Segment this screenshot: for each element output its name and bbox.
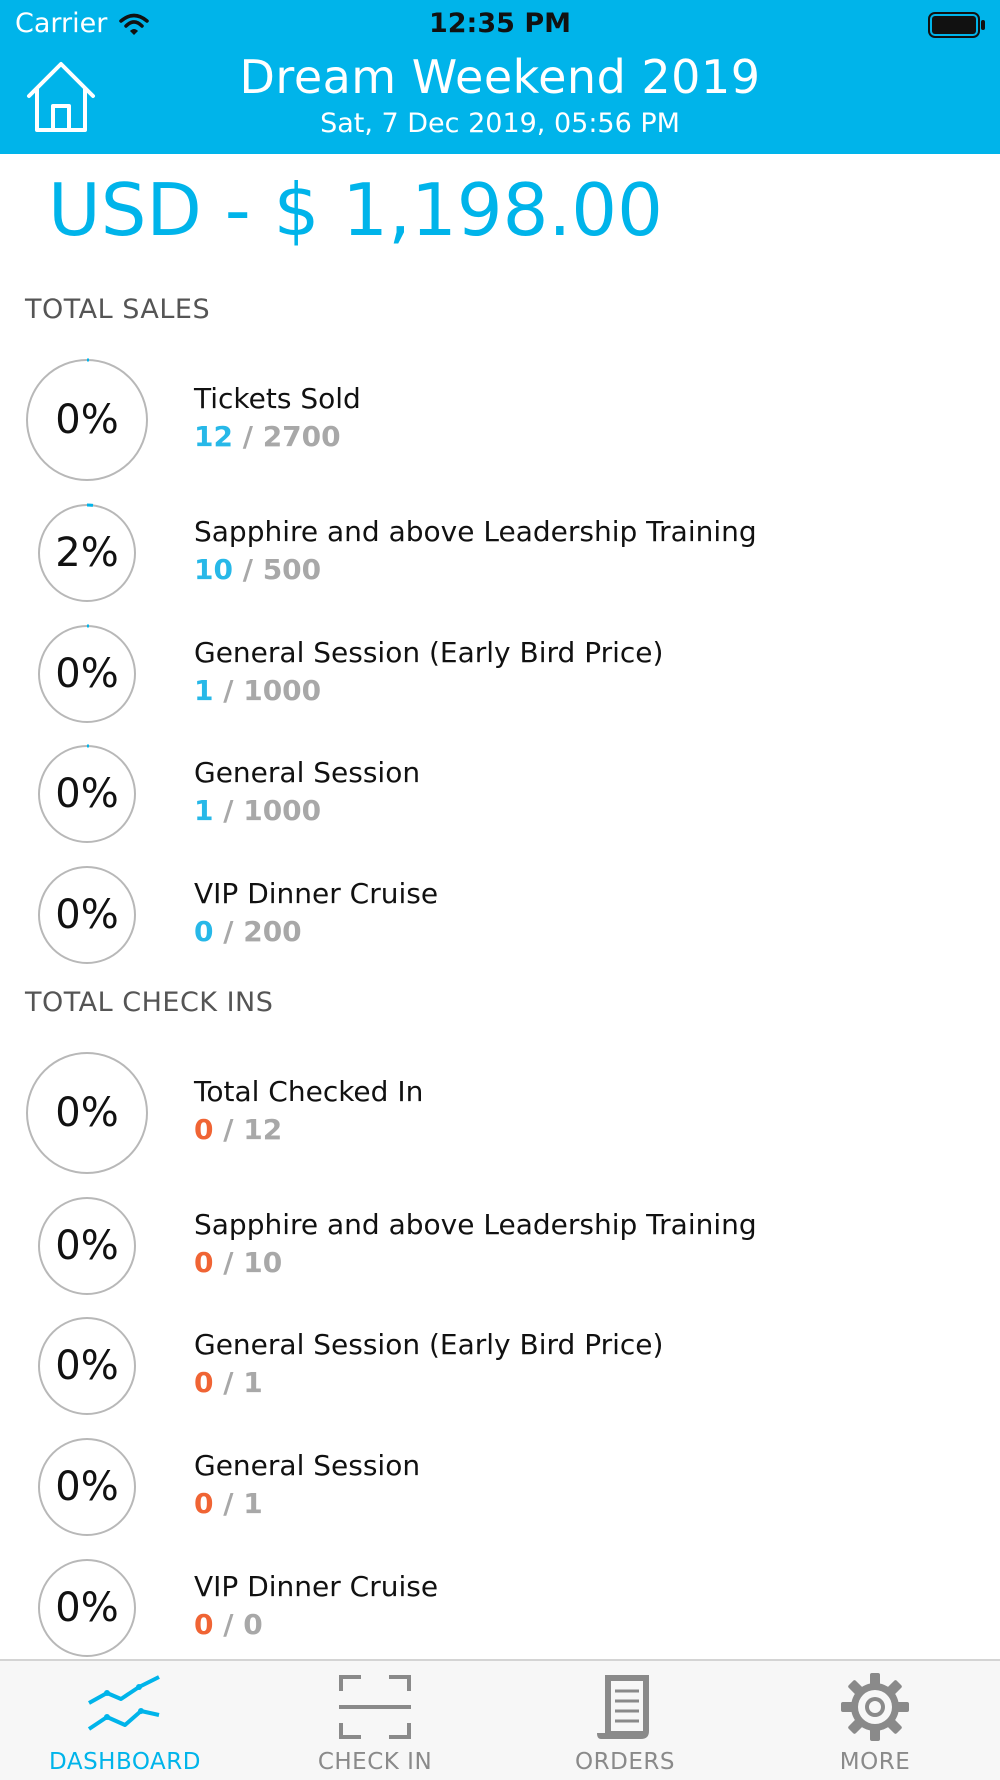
item-count: 1 / 1000 <box>194 794 321 827</box>
checkin-row[interactable]: 0% General Session (Early Bird Price) 0 / … <box>0 1306 1000 1426</box>
percent-label: 0% <box>55 1464 119 1510</box>
tab-check-in[interactable]: CHECK IN <box>250 1661 500 1780</box>
checkin-row[interactable]: 0% Total Checked In 0 / 12 <box>0 1052 1000 1174</box>
count-total: 1 <box>243 1487 263 1520</box>
item-count: 0 / 10 <box>194 1246 282 1279</box>
count-total: 1000 <box>243 794 322 827</box>
tab-more[interactable]: MORE <box>750 1661 1000 1780</box>
count-separator: / <box>213 1366 244 1399</box>
count-total: 1 <box>243 1366 263 1399</box>
event-date: Sat, 7 Dec 2019, 05:56 PM <box>320 108 680 139</box>
total-checkins-heading: TOTAL CHECK INS <box>25 987 274 1018</box>
percent-label: 0% <box>55 1223 119 1269</box>
count-separator: / <box>213 794 244 827</box>
tab-more-label: MORE <box>839 1749 911 1775</box>
dashboard-chart-icon <box>87 1675 160 1731</box>
item-name: General Session (Early Bird Price) <box>194 1328 664 1361</box>
percent-label: 0% <box>55 1585 119 1631</box>
count-total: 200 <box>243 915 302 948</box>
count-total: 2700 <box>262 420 341 453</box>
item-count: 0 / 12 <box>194 1113 282 1146</box>
item-name: Total Checked In <box>194 1075 424 1108</box>
count-value: 10 <box>194 553 233 586</box>
status-time: 12:35 PM <box>428 8 571 39</box>
count-separator: / <box>232 553 263 586</box>
item-count: 10 / 500 <box>194 553 321 586</box>
count-total: 12 <box>243 1113 283 1146</box>
sales-amount: USD - $ 1,198.00 <box>48 168 663 252</box>
total-sales-heading: TOTAL SALES <box>25 294 211 325</box>
count-value: 12 <box>194 420 233 453</box>
gear-icon <box>841 1673 909 1741</box>
count-separator: / <box>213 915 244 948</box>
tab-dashboard-label: DASHBOARD <box>49 1749 201 1775</box>
count-separator: / <box>232 420 263 453</box>
tab-check-in-label: CHECK IN <box>317 1749 433 1775</box>
item-name: General Session <box>194 1449 421 1482</box>
tab-orders-label: ORDERS <box>575 1749 675 1775</box>
checkin-row[interactable]: 0% VIP Dinner Cruise 0 / 0 <box>0 1548 1000 1668</box>
count-separator: / <box>213 1487 244 1520</box>
item-name: General Session (Early Bird Price) <box>194 636 664 669</box>
count-separator: / <box>213 1113 244 1146</box>
count-value: 1 <box>194 674 214 707</box>
item-count: 0 / 200 <box>194 915 302 948</box>
count-total: 0 <box>243 1608 263 1641</box>
count-value: 0 <box>194 1608 214 1641</box>
checkin-row[interactable]: 0% General Session 0 / 1 <box>0 1427 1000 1547</box>
tab-orders[interactable]: ORDERS <box>500 1661 750 1780</box>
count-value: 0 <box>194 1487 214 1520</box>
percent-label: 0% <box>55 651 119 697</box>
count-separator: / <box>213 1246 244 1279</box>
count-total: 500 <box>262 553 322 586</box>
tab-dashboard[interactable]: DASHBOARD <box>0 1661 250 1780</box>
count-value: 0 <box>194 1113 214 1146</box>
count-value: 1 <box>194 794 214 827</box>
tab-bar: DASHBOARD CHECK IN ORDERS MORE <box>0 1659 1000 1780</box>
count-separator: / <box>213 674 244 707</box>
sales-row[interactable]: 0% General Session (Early Bird Price) 1 / … <box>0 614 1000 734</box>
event-title: Dream Weekend 2019 <box>239 50 761 104</box>
app-header: Carrier 12:35 PM Dream Weekend 2019 Sat,… <box>0 0 1000 154</box>
item-name: Sapphire and above Leadership Training <box>194 1208 757 1241</box>
item-count: 0 / 1 <box>194 1366 263 1399</box>
sales-row[interactable]: 2% Sapphire and above Leadership Training… <box>0 493 1000 613</box>
sales-row[interactable]: 0% General Session 1 / 1000 <box>0 734 1000 854</box>
item-name: VIP Dinner Cruise <box>194 1570 439 1603</box>
percent-label: 0% <box>55 397 119 443</box>
item-count: 1 / 1000 <box>194 674 321 707</box>
item-name: General Session <box>194 756 421 789</box>
sales-row[interactable]: 0% Tickets Sold 12 / 2700 <box>0 358 1000 482</box>
count-separator: / <box>213 1608 244 1641</box>
item-name: Tickets Sold <box>194 382 361 415</box>
item-count: 0 / 1 <box>194 1487 263 1520</box>
percent-label: 0% <box>55 892 119 938</box>
percent-label: 2% <box>55 530 119 576</box>
sales-row[interactable]: 0% VIP Dinner Cruise 0 / 200 <box>0 855 1000 975</box>
percent-label: 0% <box>55 1090 119 1136</box>
checkin-row[interactable]: 0% Sapphire and above Leadership Training… <box>0 1186 1000 1306</box>
count-value: 0 <box>194 915 214 948</box>
battery-icon <box>928 12 985 38</box>
item-name: VIP Dinner Cruise <box>194 877 439 910</box>
count-total: 10 <box>243 1246 283 1279</box>
count-value: 0 <box>194 1366 214 1399</box>
item-count: 12 / 2700 <box>194 420 341 453</box>
percent-label: 0% <box>55 771 119 817</box>
scan-frame-icon <box>339 1675 411 1739</box>
percent-label: 0% <box>55 1343 119 1389</box>
receipt-icon <box>597 1675 649 1739</box>
item-count: 0 / 0 <box>194 1608 263 1641</box>
count-value: 0 <box>194 1246 214 1279</box>
count-total: 1000 <box>243 674 322 707</box>
item-name: Sapphire and above Leadership Training <box>194 515 757 548</box>
